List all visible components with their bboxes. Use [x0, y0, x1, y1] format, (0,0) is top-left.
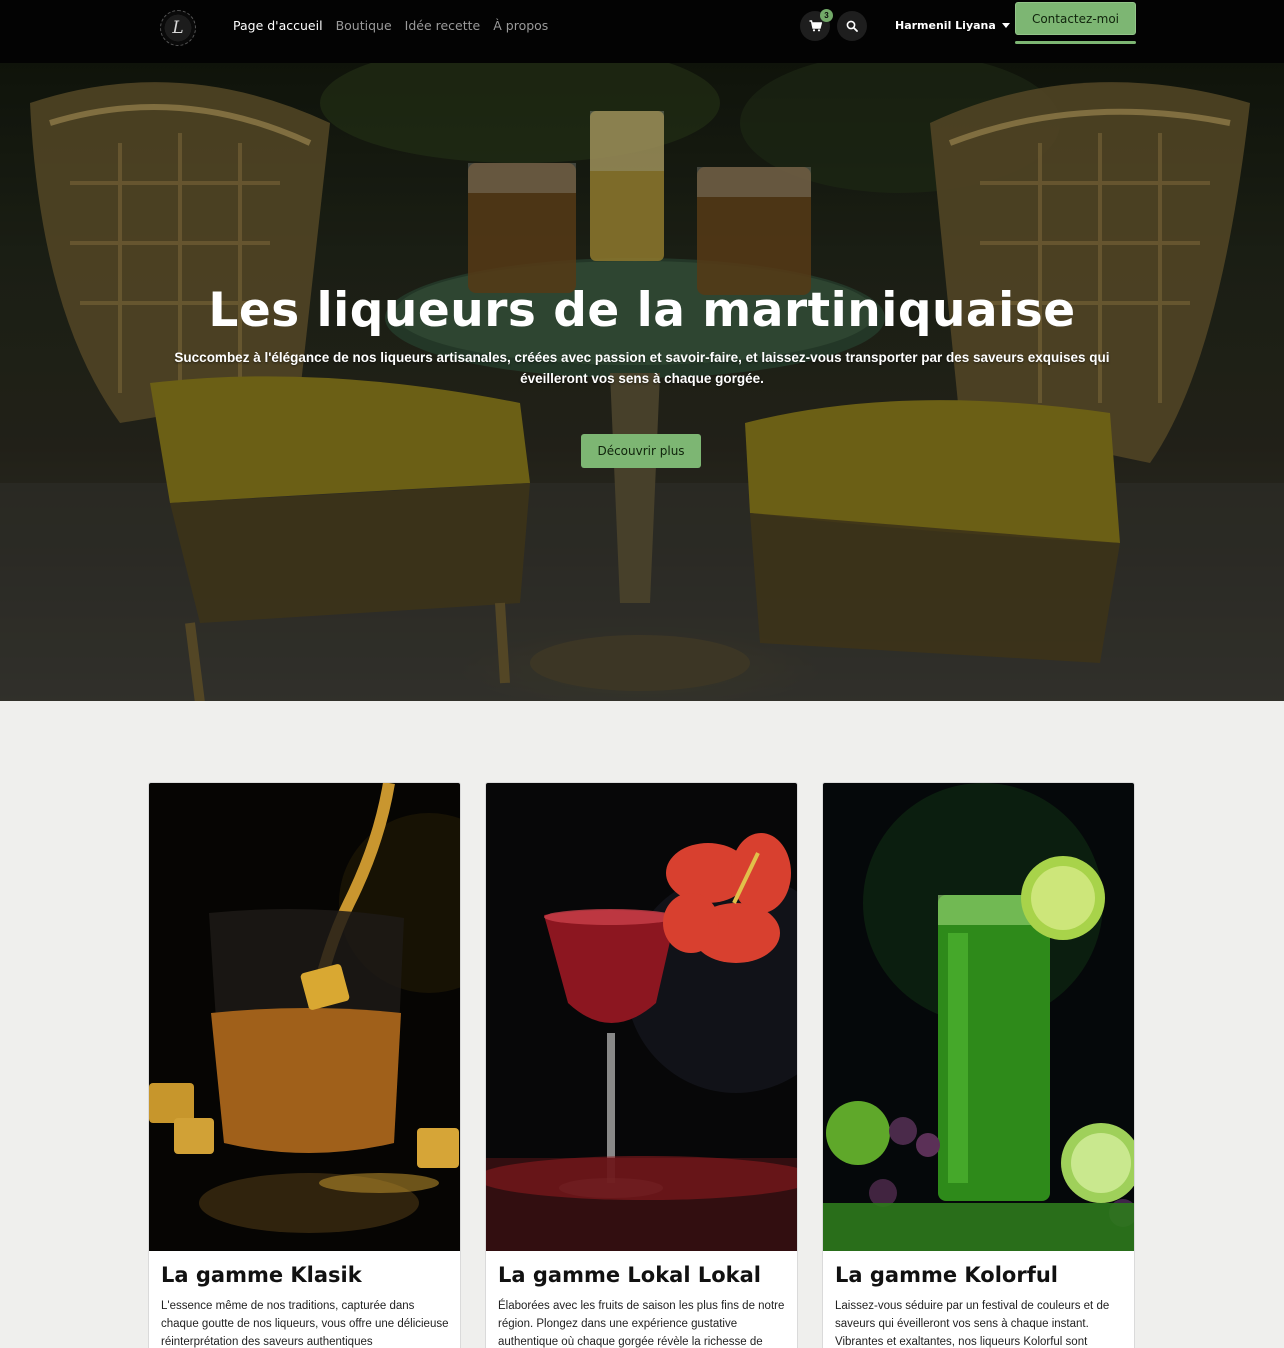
navbar: L Page d'accueil Boutique Idée recette À… — [0, 0, 1284, 63]
hero-title: Les liqueurs de la martiniquaise — [208, 283, 1076, 338]
card-title: La gamme Kolorful — [835, 1263, 1058, 1287]
card-description: L'essence même de nos traditions, captur… — [161, 1300, 449, 1348]
card-description: Laissez-vous séduire par un festival de … — [835, 1300, 1110, 1348]
card-image-kolorful — [823, 783, 1134, 1251]
logo-glyph: L — [172, 18, 184, 38]
hero-subtitle: Succombez à l'élégance de nos liqueurs a… — [174, 350, 1110, 386]
user-name: Harmenil Liyana — [895, 19, 996, 32]
nav-link-recipes[interactable]: Idée recette — [405, 18, 481, 33]
card-image-klasik — [149, 783, 460, 1251]
cart-icon — [809, 20, 822, 32]
hero-banner: Les liqueurs de la martiniquaise Succomb… — [0, 63, 1284, 701]
card-title: La gamme Lokal Lokal — [498, 1263, 761, 1287]
search-button[interactable] — [837, 11, 867, 41]
cart-count-badge: 3 — [820, 9, 833, 22]
brand-logo[interactable]: L — [160, 10, 196, 46]
contact-underline — [1015, 41, 1136, 44]
user-menu[interactable]: Harmenil Liyana — [895, 19, 1010, 32]
nav-link-about[interactable]: À propos — [493, 18, 548, 33]
product-card-lokal-lokal[interactable]: La gamme Lokal Lokal Élaborées avec les … — [485, 782, 798, 1348]
search-icon — [846, 20, 858, 32]
product-card-kolorful[interactable]: La gamme Kolorful Laissez-vous séduire p… — [822, 782, 1135, 1348]
caret-down-icon — [1001, 23, 1010, 28]
contact-button[interactable]: Contactez-moi — [1015, 2, 1136, 35]
main-nav: Page d'accueil Boutique Idée recette À p… — [233, 18, 548, 33]
product-card-klasik[interactable]: La gamme Klasik L'essence même de nos tr… — [148, 782, 461, 1348]
nav-link-home[interactable]: Page d'accueil — [233, 18, 323, 33]
card-title: La gamme Klasik — [161, 1263, 362, 1287]
discover-more-button[interactable]: Découvrir plus — [581, 434, 701, 468]
card-image-lokal-lokal — [486, 783, 797, 1251]
card-description: Élaborées avec les fruits de saison les … — [498, 1300, 785, 1348]
nav-link-shop[interactable]: Boutique — [336, 18, 392, 33]
